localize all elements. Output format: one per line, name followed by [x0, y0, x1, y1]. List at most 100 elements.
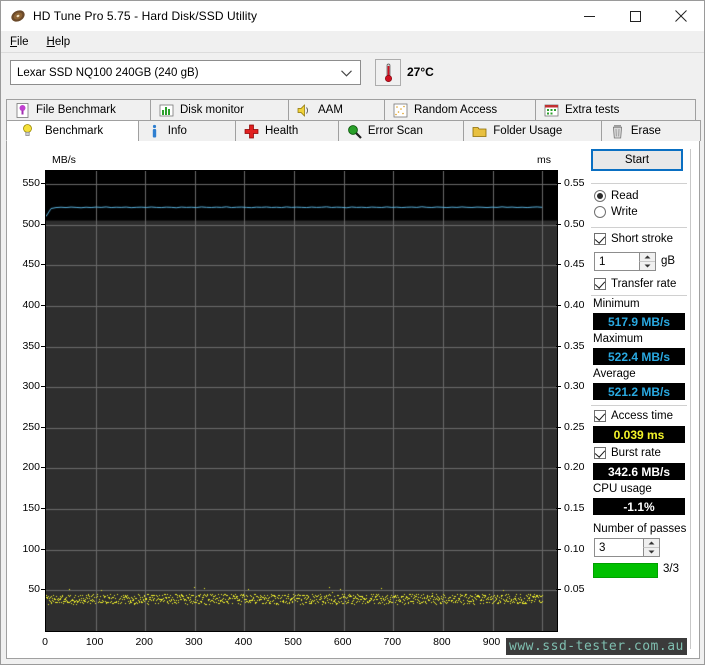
tab-erase[interactable]: Erase	[600, 120, 701, 141]
checkbox-burst-rate[interactable]: Burst rate	[594, 447, 661, 459]
spinner-up-icon[interactable]	[639, 253, 655, 262]
progress-text: 3/3	[663, 563, 679, 575]
tab-info[interactable]: Info	[137, 120, 236, 141]
chart-y-tickmark-left	[41, 548, 46, 550]
average-label: Average	[593, 368, 636, 380]
number-of-passes-label: Number of passes	[593, 523, 687, 535]
title-bar: HD Tune Pro 5.75 - Hard Disk/SSD Utility	[1, 1, 704, 31]
chart-y-tick-left: 500	[22, 217, 40, 230]
short-stroke-spinner-buttons[interactable]	[639, 253, 655, 270]
minimum-label: Minimum	[593, 298, 640, 310]
tab-health[interactable]: Health	[235, 120, 339, 141]
divider-3	[591, 295, 687, 296]
speaker-icon	[297, 103, 312, 118]
chart-x-tick: 100	[85, 636, 104, 648]
tab-error-scan[interactable]: Error Scan	[337, 120, 465, 141]
chart-y-tick-left: 150	[22, 502, 40, 515]
close-button[interactable]	[658, 1, 704, 31]
checkbox-short-stroke[interactable]: Short stroke	[594, 233, 673, 245]
tab-row-top: File Benchmark Disk monitor AAM Random A…	[6, 99, 700, 120]
tab-benchmark[interactable]: Benchmark	[6, 120, 139, 141]
checkbox-access-time-box	[594, 410, 606, 422]
number-of-passes-stepper[interactable]: 3	[594, 538, 660, 557]
chart-x-tick: 400	[234, 636, 253, 648]
chart-y-tickmark-left	[41, 589, 46, 591]
chart-x-tick: 0	[42, 636, 48, 648]
radio-write[interactable]: Write	[594, 206, 638, 218]
tab-disk-monitor[interactable]: Disk monitor	[150, 99, 289, 120]
passes-spinner-buttons[interactable]	[643, 539, 659, 556]
cpu-usage-value: -1.1%	[593, 498, 685, 515]
checkbox-access-time-label: Access time	[611, 410, 673, 422]
maximize-button[interactable]	[612, 1, 658, 31]
start-button-label: Start	[624, 154, 650, 166]
chart-y-tickmark-right	[556, 345, 561, 347]
tab-extra-tests-label: Extra tests	[565, 104, 620, 116]
chart-plot-area	[45, 170, 558, 632]
folder-icon	[472, 124, 487, 139]
tab-health-label: Health	[265, 125, 299, 137]
progress-bar	[593, 563, 658, 578]
chart-y-tickmark-left	[41, 345, 46, 347]
chart-y-tickmark-left	[41, 304, 46, 306]
radio-write-indicator	[594, 206, 606, 218]
short-stroke-value: 1	[599, 255, 606, 268]
random-access-icon	[393, 103, 408, 118]
chart-y-tick-left: 50	[28, 583, 40, 596]
chart-y-tickmark-right	[556, 264, 561, 266]
menu-bar: File Help	[1, 31, 704, 53]
tab-aam[interactable]: AAM	[288, 99, 385, 120]
chart-y-tickmark-right	[556, 467, 561, 469]
spinner-up-icon[interactable]	[643, 539, 659, 548]
spinner-down-icon[interactable]	[643, 548, 659, 556]
chevron-down-icon	[341, 61, 352, 86]
chart-x-tick: 600	[333, 636, 352, 648]
minimum-value: 517.9 MB/s	[593, 313, 685, 330]
chart-y-tickmark-right	[556, 548, 561, 550]
checkbox-short-stroke-box	[594, 233, 606, 245]
menu-help[interactable]: Help	[38, 34, 80, 50]
spinner-down-icon[interactable]	[639, 262, 655, 270]
chart-y-tickmark-right	[556, 426, 561, 428]
maximum-value: 522.4 MB/s	[593, 348, 685, 365]
checkbox-transfer-rate[interactable]: Transfer rate	[594, 278, 676, 290]
menu-file[interactable]: File	[1, 34, 38, 50]
chart-y-tick-left: 450	[22, 258, 40, 271]
divider-1	[591, 183, 687, 184]
minimize-button[interactable]	[566, 1, 612, 31]
temperature-readout: 27°C	[407, 65, 434, 79]
checkbox-burst-rate-box	[594, 447, 606, 459]
chart-y-tick-left: 400	[22, 298, 40, 311]
tab-file-benchmark[interactable]: File Benchmark	[6, 99, 151, 120]
menu-file-label: ile	[17, 35, 29, 48]
divider-4	[591, 405, 687, 406]
chart-x-tick: 700	[383, 636, 402, 648]
lightbulb-icon	[20, 123, 35, 138]
short-stroke-unit: gB	[661, 255, 676, 267]
window-title: HD Tune Pro 5.75 - Hard Disk/SSD Utility	[33, 9, 258, 23]
tab-aam-label: AAM	[318, 104, 343, 116]
tab-random-access[interactable]: Random Access	[384, 99, 536, 120]
chart-y-tickmark-right	[556, 508, 561, 510]
number-of-passes-value: 3	[599, 541, 606, 554]
chart-y-tick-left: 100	[22, 542, 40, 555]
cpu-usage-label: CPU usage	[593, 483, 652, 495]
chart-y-tick-left: 200	[22, 461, 40, 474]
toolbar: Lexar SSD NQ100 240GB (240 gB) 27°C	[1, 53, 704, 135]
tab-random-access-label: Random Access	[414, 104, 498, 116]
chart-y-tickmark-right	[556, 386, 561, 388]
red-cross-icon	[244, 124, 259, 139]
chart-y-tickmark-left	[41, 386, 46, 388]
tab-extra-tests[interactable]: Extra tests	[535, 99, 696, 120]
tab-folder-usage[interactable]: Folder Usage	[463, 120, 602, 141]
drive-select[interactable]: Lexar SSD NQ100 240GB (240 gB)	[10, 60, 361, 85]
radio-read[interactable]: Read	[594, 190, 639, 202]
start-button[interactable]: Start	[591, 149, 683, 171]
checkbox-short-stroke-label: Short stroke	[611, 233, 673, 245]
hdtune-logo-icon	[10, 8, 26, 24]
short-stroke-stepper[interactable]: 1	[594, 252, 656, 271]
chart-y-tickmark-right	[556, 183, 561, 184]
checkbox-access-time[interactable]: Access time	[594, 410, 673, 422]
radio-read-indicator	[594, 190, 606, 202]
checkbox-burst-rate-label: Burst rate	[611, 447, 661, 459]
